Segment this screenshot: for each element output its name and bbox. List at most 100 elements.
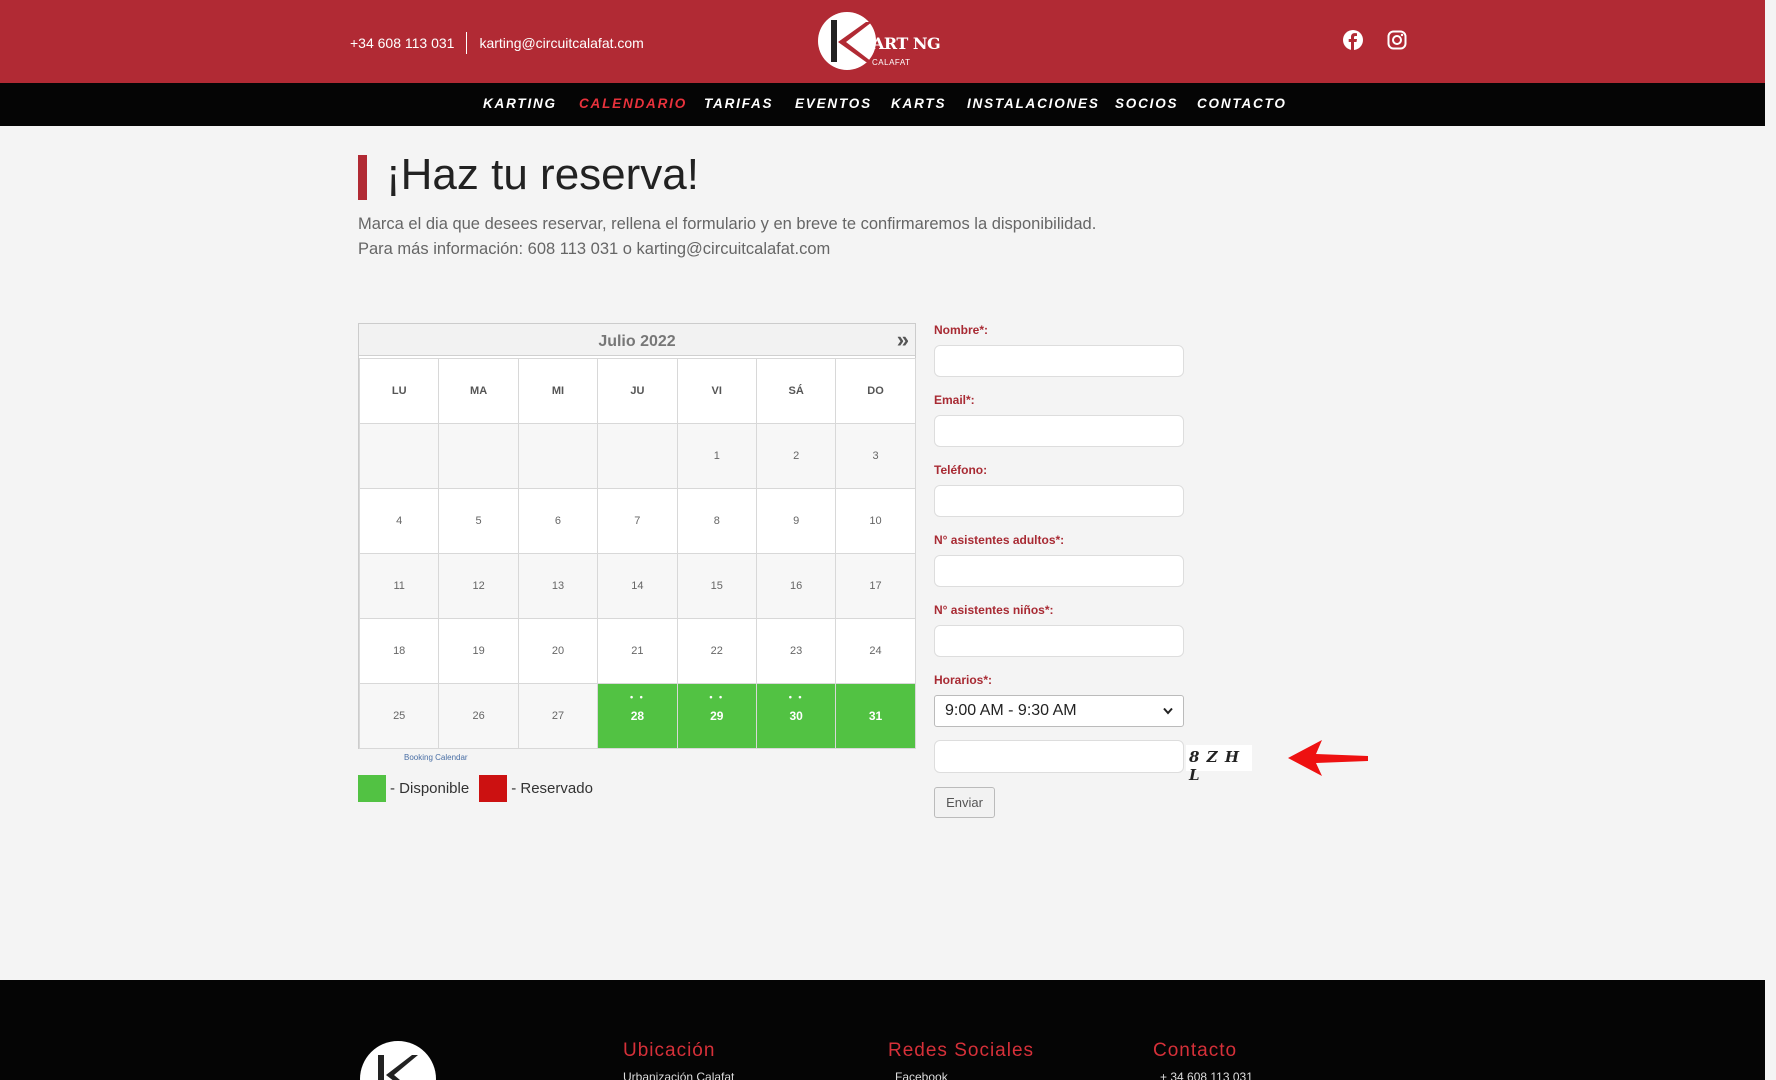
availability-marker: • •: [629, 692, 645, 702]
calendar-day: 19: [438, 618, 519, 684]
footer-contact-heading: Contacto: [1153, 1040, 1238, 1061]
availability-marker: • •: [709, 692, 725, 702]
booking-calendar: Julio 2022 » LU MA MI JU VI SÁ DO 1 2 3 …: [358, 323, 916, 749]
site-logo[interactable]: ART NG CALAFAT: [818, 12, 942, 72]
footer-location-heading: Ubicación: [623, 1040, 716, 1061]
header-email[interactable]: karting@circuitcalafat.com: [479, 35, 643, 51]
weekday-do: DO: [835, 358, 916, 424]
nav-item-calendario[interactable]: CALENDARIO: [579, 96, 687, 111]
schedule-label: Horarios*:: [934, 673, 993, 687]
calendar-week: 4 5 6 7 8 9 10: [358, 488, 916, 554]
day-number: 31: [868, 709, 883, 723]
calendar-grid: LU MA MI JU VI SÁ DO 1 2 3 4 5 6 7 8 9 1…: [358, 358, 916, 749]
email-input[interactable]: [934, 415, 1184, 447]
calendar-week: 18 19 20 21 22 23 24: [358, 618, 916, 684]
header-phone[interactable]: +34 608 113 031: [350, 35, 454, 51]
legend-label-reserved: - Reservado: [511, 780, 593, 797]
intro-line-1: Marca el dia que desees reservar, rellen…: [358, 215, 1097, 233]
email-label: Email*:: [934, 393, 975, 407]
calendar-legend: - Disponible - Reservado: [358, 775, 603, 802]
weekday-vi: VI: [676, 358, 757, 424]
calendar-day: 20: [517, 618, 599, 684]
phone-label: Teléfono:: [934, 463, 988, 477]
calendar-day: 17: [835, 553, 916, 619]
nav-item-instalaciones[interactable]: INSTALACIONES: [967, 96, 1100, 111]
phone-input[interactable]: [934, 485, 1184, 517]
children-input[interactable]: [934, 625, 1184, 657]
captcha-input[interactable]: [934, 740, 1184, 773]
calendar-day: 1: [676, 423, 757, 489]
calendar-day: 16: [755, 553, 837, 619]
children-label: N° asistentes niños*:: [934, 603, 1054, 617]
logo-k-icon: [838, 22, 872, 62]
calendar-header: Julio 2022 »: [359, 324, 915, 356]
calendar-day: 11: [358, 553, 440, 619]
calendar-day: 2: [755, 423, 837, 489]
calendar-day: 13: [517, 553, 599, 619]
footer-logo-k-icon: [386, 1055, 418, 1080]
arrow-left-icon: [1288, 740, 1368, 776]
nav-item-tarifas[interactable]: TARIFAS: [704, 96, 773, 111]
calendar-day: 18: [358, 618, 440, 684]
nav-item-karting[interactable]: KARTING: [483, 96, 557, 111]
name-input[interactable]: [934, 345, 1184, 377]
logo-wordmark: ART NG: [872, 34, 941, 53]
nav-item-eventos[interactable]: EVENTOS: [795, 96, 872, 111]
weekday-sa: SÁ: [755, 358, 837, 424]
name-label: Nombre*:: [934, 323, 989, 337]
calendar-day-available[interactable]: • • 30: [755, 683, 837, 749]
calendar-week: 11 12 13 14 15 16 17: [358, 553, 916, 619]
calendar-day-available[interactable]: • • 28: [597, 683, 678, 749]
calendar-week: 1 2 3: [358, 423, 916, 489]
calendar-day: 8: [676, 488, 757, 554]
intro-text: Marca el dia que desees reservar, rellen…: [358, 212, 1096, 262]
calendar-day: 5: [438, 488, 519, 554]
calendar-day-available[interactable]: 31: [835, 683, 916, 749]
schedule-selected-value: 9:00 AM - 9:30 AM: [945, 702, 1077, 719]
facebook-icon[interactable]: [1343, 30, 1363, 50]
footer-contact-phone[interactable]: + 34 608 113 031: [1160, 1070, 1253, 1080]
header-divider: [466, 32, 468, 54]
nav-item-karts[interactable]: KARTS: [891, 96, 946, 111]
nav-item-socios[interactable]: SOCIOS: [1115, 96, 1178, 111]
calendar-day: 21: [597, 618, 678, 684]
calendar-day: 23: [755, 618, 837, 684]
calendar-week: 25 26 27 • • 28 • • 29 • • 30 31: [358, 683, 916, 749]
footer: [0, 980, 1776, 1080]
submit-button[interactable]: Enviar: [934, 787, 995, 818]
calendar-day: 12: [438, 553, 519, 619]
legend-label-available: - Disponible: [390, 780, 470, 797]
weekday-ma: MA: [438, 358, 519, 424]
weekday-mi: MI: [517, 358, 599, 424]
legend-swatch-reserved: [479, 775, 508, 802]
nav-item-contacto[interactable]: CONTACTO: [1197, 96, 1287, 111]
adults-label: N° asistentes adultos*:: [934, 533, 1065, 547]
header-contact: +34 608 113 031 karting@circuitcalafat.c…: [350, 32, 644, 54]
title-accent-bar: [358, 155, 367, 200]
main-nav: KARTING CALENDARIO TARIFAS EVENTOS KARTS…: [0, 83, 1765, 126]
footer-location-text: Urbanización Calafat: [623, 1070, 735, 1080]
booking-calendar-link[interactable]: Booking Calendar: [404, 753, 468, 762]
calendar-day: 9: [755, 488, 837, 554]
calendar-empty-cell: [597, 423, 678, 489]
calendar-day-available[interactable]: • • 29: [676, 683, 757, 749]
calendar-day: 14: [597, 553, 678, 619]
calendar-day: 10: [835, 488, 916, 554]
calendar-day: 7: [597, 488, 678, 554]
adults-input[interactable]: [934, 555, 1184, 587]
calendar-empty-cell: [438, 423, 519, 489]
availability-marker: • •: [788, 692, 804, 702]
instagram-icon[interactable]: [1387, 30, 1407, 50]
footer-social-link[interactable]: Facebook: [895, 1070, 948, 1080]
intro-line-2: Para más información: 608 113 031 o kart…: [358, 240, 831, 258]
page-edge: [1765, 0, 1776, 1080]
calendar-day: 25: [358, 683, 440, 749]
captcha-image: 8 Z H L: [1186, 745, 1252, 784]
schedule-select[interactable]: 9:00 AM - 9:30 AM: [934, 695, 1184, 727]
footer-social-heading: Redes Sociales: [888, 1040, 1035, 1061]
calendar-day: 4: [358, 488, 440, 554]
legend-swatch-available: [358, 775, 386, 802]
calendar-empty-cell: [517, 423, 599, 489]
calendar-next-button[interactable]: »: [897, 327, 909, 353]
top-header: +34 608 113 031 karting@circuitcalafat.c…: [0, 0, 1765, 83]
